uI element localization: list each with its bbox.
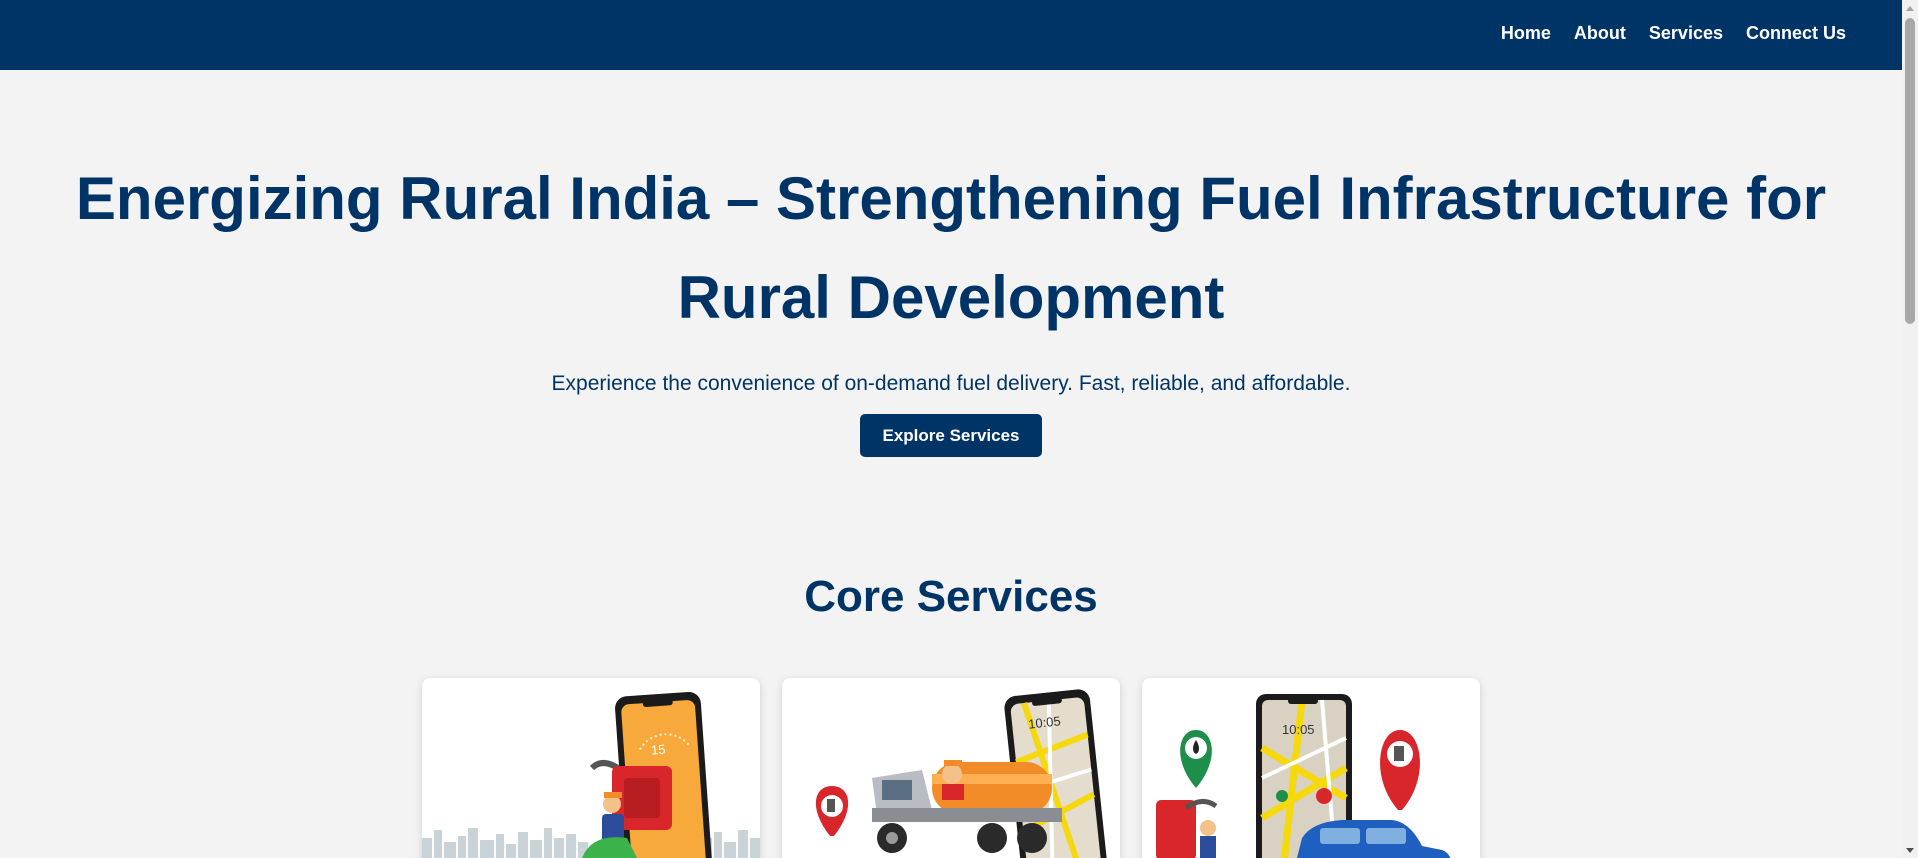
hero-subtitle: Experience the convenience of on-demand …	[551, 372, 1351, 395]
nav-connect-us-link[interactable]: Connect Us	[1746, 22, 1846, 44]
service-card-tanker[interactable]: 10:05	[782, 678, 1120, 858]
top-navbar: Home About Services Connect Us	[0, 0, 1902, 70]
scooter-fuel-delivery-illustration: 15	[422, 691, 760, 858]
nav-services-link[interactable]: Services	[1649, 22, 1723, 44]
map-fuel-locator-illustration: 10:05	[1156, 694, 1451, 858]
service-card-scooter[interactable]: 15	[422, 678, 760, 858]
hero-title: Energizing Rural India – Strengthening F…	[75, 165, 1827, 331]
vertical-scrollbar[interactable]	[1902, 0, 1918, 858]
svg-text:15: 15	[651, 742, 666, 758]
nav-links: Home About Services Connect Us	[1501, 22, 1846, 44]
scroll-up-arrow-icon[interactable]	[1906, 6, 1914, 11]
fuel-tanker-truck-illustration: 10:05	[815, 689, 1108, 858]
nav-about-link[interactable]: About	[1574, 22, 1626, 44]
hero-section: Energizing Rural India – Strengthening F…	[0, 70, 1902, 457]
explore-services-button[interactable]: Explore Services	[860, 414, 1042, 457]
scrollbar-thumb[interactable]	[1905, 18, 1915, 324]
scroll-down-arrow-icon[interactable]	[1906, 848, 1914, 853]
services-title: Core Services	[804, 572, 1098, 621]
page: Home About Services Connect Us Energizin…	[0, 0, 1918, 858]
svg-text:10:05: 10:05	[1282, 722, 1315, 737]
service-card-locator[interactable]: 10:05	[1142, 678, 1480, 858]
nav-home-link[interactable]: Home	[1501, 22, 1551, 44]
